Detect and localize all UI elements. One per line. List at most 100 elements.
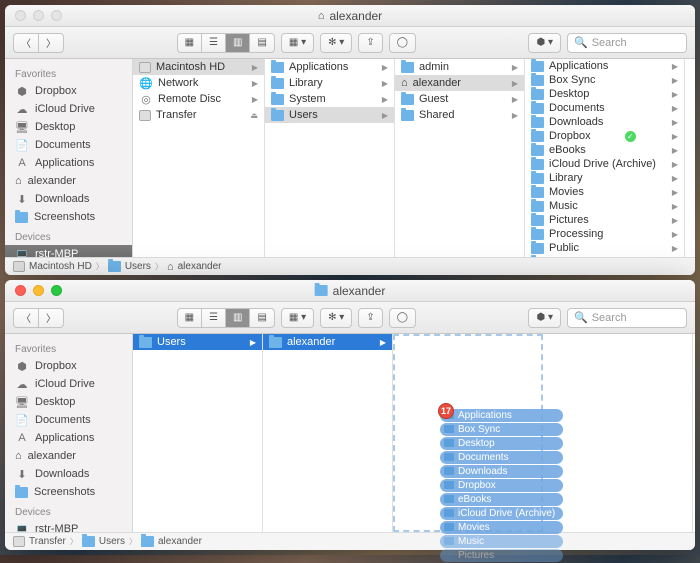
column-item[interactable]: Dropbox✓▶ [525, 129, 684, 143]
close-button[interactable] [15, 10, 26, 21]
minimize-button[interactable] [33, 10, 44, 21]
column-item[interactable]: 🌐Network▶ [133, 75, 264, 91]
column-1[interactable]: Applications▶Library▶System▶Users▶ [265, 59, 395, 257]
path-seg[interactable]: Users [99, 536, 125, 547]
dropbox-toolbar-button[interactable]: ⬢ ▾ [528, 33, 561, 53]
column-item[interactable]: Pictures▶ [525, 213, 684, 227]
view-list-button[interactable]: ☰ [201, 33, 225, 53]
forward-button[interactable]: 〉 [38, 33, 64, 53]
sidebar-item-dropbox[interactable]: ⬢Dropbox [5, 82, 132, 100]
column-item[interactable]: Documents▶ [525, 101, 684, 115]
column-item[interactable]: Music▶ [525, 199, 684, 213]
column-item[interactable]: Desktop▶ [525, 87, 684, 101]
back-button[interactable]: 〈 [13, 33, 38, 53]
column-item[interactable]: ⌂alexander▶ [395, 75, 524, 91]
column-item[interactable]: Guest▶ [395, 91, 524, 107]
view-icon-button[interactable]: ▦ [177, 33, 201, 53]
column-3[interactable] [543, 334, 693, 532]
view-column-button[interactable]: ▥ [225, 33, 249, 53]
zoom-button[interactable] [51, 10, 62, 21]
sidebar-item-applications[interactable]: AApplications [5, 154, 132, 172]
view-gallery-button[interactable]: ▤ [249, 33, 274, 53]
titlebar[interactable]: ⌂ alexander [5, 5, 695, 27]
close-button[interactable] [15, 285, 26, 296]
sidebar-item-icloud-drive[interactable]: ☁iCloud Drive [5, 375, 132, 393]
column-item[interactable]: Macintosh HD▶ [133, 59, 264, 75]
view-list-button[interactable]: ☰ [201, 308, 225, 328]
column-item[interactable]: Users▶ [265, 107, 394, 123]
column-item[interactable]: alexander▶ [263, 334, 392, 350]
back-button[interactable]: 〈 [13, 308, 38, 328]
column-1[interactable]: alexander▶ [263, 334, 393, 532]
sidebar-item-dropbox[interactable]: ⬢Dropbox [5, 357, 132, 375]
column-item[interactable]: ◎Remote Disc▶ [133, 91, 264, 107]
minimize-button[interactable] [33, 285, 44, 296]
column-2[interactable]: admin▶⌂alexander▶Guest▶Shared▶ [395, 59, 525, 257]
zoom-button[interactable] [51, 285, 62, 296]
dropbox-toolbar-button[interactable]: ⬢ ▾ [528, 308, 561, 328]
column-item[interactable]: Downloads▶ [525, 115, 684, 129]
path-seg[interactable]: alexander [158, 536, 202, 547]
item-label: Documents [549, 102, 605, 114]
tags-button[interactable]: ◯ [389, 33, 416, 53]
sidebar-item-rstr-mbp[interactable]: 💻rstr-MBP [5, 245, 132, 257]
folder-icon [271, 110, 284, 121]
action-button[interactable]: ✻ ▾ [320, 33, 352, 53]
column-item[interactable]: Shared▶ [395, 107, 524, 123]
column-item[interactable]: Library▶ [265, 75, 394, 91]
column-item[interactable]: Applications▶ [265, 59, 394, 75]
devices-header: Devices [5, 226, 132, 245]
column-item[interactable]: Transfer⏏ [133, 107, 264, 123]
column-item[interactable]: eBooks▶ [525, 143, 684, 157]
tags-button[interactable]: ◯ [389, 308, 416, 328]
column-item[interactable]: iCloud Drive (Archive)▶ [525, 157, 684, 171]
column-item[interactable]: Processing▶ [525, 227, 684, 241]
column-item[interactable]: Applications▶ [525, 59, 684, 73]
column-0[interactable]: Users▶ [133, 334, 263, 532]
path-seg[interactable]: Users [125, 261, 151, 272]
column-item[interactable]: Movies▶ [525, 185, 684, 199]
sidebar-item-rstr-mbp[interactable]: 💻rstr-MBP [5, 520, 132, 532]
arrange-button[interactable]: ▦ ▾ [281, 308, 314, 328]
view-column-button[interactable]: ▥ [225, 308, 249, 328]
arrange-button[interactable]: ▦ ▾ [281, 33, 314, 53]
sidebar-item-desktop[interactable]: 🖥Desktop [5, 118, 132, 136]
forward-button[interactable]: 〉 [38, 308, 64, 328]
share-button[interactable]: ⇪ [358, 33, 382, 53]
path-seg[interactable]: Macintosh HD [29, 261, 92, 272]
sidebar-item-screenshots[interactable]: Screenshots [5, 208, 132, 226]
path-bar[interactable]: Transfer 〉 Users 〉 alexander [5, 532, 695, 550]
eject-icon[interactable]: ⏏ [250, 111, 258, 120]
column-0[interactable]: Macintosh HD▶🌐Network▶◎Remote Disc▶Trans… [133, 59, 265, 257]
search-field[interactable]: 🔍 Search [567, 33, 687, 53]
sidebar-item-documents[interactable]: 📄Documents [5, 136, 132, 154]
sidebar-item-downloads[interactable]: ⬇Downloads [5, 465, 132, 483]
view-icon-button[interactable]: ▦ [177, 308, 201, 328]
column-3[interactable]: Applications▶Box Sync▶Desktop▶Documents▶… [525, 59, 685, 257]
sidebar-item-alexander[interactable]: ⌂alexander [5, 172, 132, 190]
search-placeholder: Search [592, 312, 627, 324]
sidebar-item-screenshots[interactable]: Screenshots [5, 483, 132, 501]
column-item[interactable]: Public▶ [525, 241, 684, 255]
sidebar-item-documents[interactable]: 📄Documents [5, 411, 132, 429]
column-item[interactable]: Library▶ [525, 171, 684, 185]
column-item[interactable]: Users▶ [133, 334, 262, 350]
column-item[interactable]: System▶ [265, 91, 394, 107]
sidebar-item-alexander[interactable]: ⌂alexander [5, 447, 132, 465]
sidebar-item-icloud-drive[interactable]: ☁iCloud Drive [5, 100, 132, 118]
sidebar-item-downloads[interactable]: ⬇Downloads [5, 190, 132, 208]
search-placeholder: Search [592, 37, 627, 49]
column-item[interactable]: admin▶ [395, 59, 524, 75]
path-bar[interactable]: Macintosh HD 〉 Users 〉 ⌂ alexander [5, 257, 695, 275]
column-item[interactable]: Box Sync▶ [525, 73, 684, 87]
view-gallery-button[interactable]: ▤ [249, 308, 274, 328]
search-field[interactable]: 🔍 Search [567, 308, 687, 328]
path-seg[interactable]: Transfer [29, 536, 66, 547]
sidebar-item-desktop[interactable]: 🖥Desktop [5, 393, 132, 411]
titlebar[interactable]: alexander [5, 280, 695, 302]
share-button[interactable]: ⇪ [358, 308, 382, 328]
sidebar-item-applications[interactable]: AApplications [5, 429, 132, 447]
action-button[interactable]: ✻ ▾ [320, 308, 352, 328]
hd-icon [139, 62, 151, 73]
path-seg[interactable]: alexander [178, 261, 222, 272]
